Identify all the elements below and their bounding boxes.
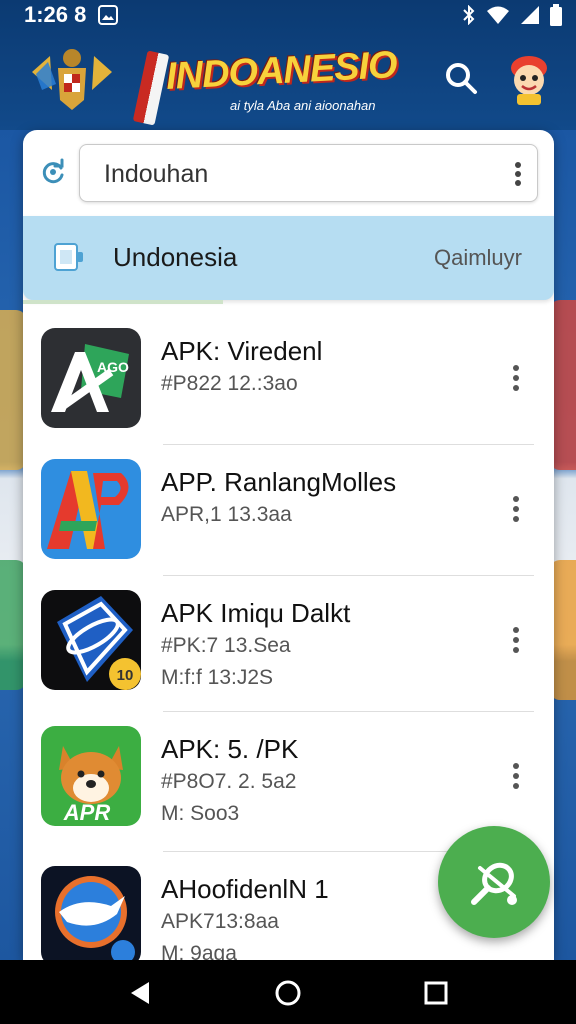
search-input[interactable]: Indouhan — [79, 144, 538, 202]
racket-icon — [471, 862, 517, 905]
svg-text:AGO: AGO — [97, 359, 129, 375]
status-bar: 1:26 8 — [0, 0, 576, 30]
app-title: APK: 5. /PK — [161, 734, 299, 764]
home-icon[interactable] — [273, 978, 303, 1008]
logo-subtitle: ai tyla Aba ani aioonahan — [230, 98, 376, 113]
wifi-icon — [487, 6, 509, 24]
app-meta: #P822 12.:3ao — [161, 372, 298, 395]
app-logo: INDOANESIO ai tyla Aba ani aioonahan — [130, 30, 430, 130]
app-meta-secondary: M: Soo3 — [161, 802, 240, 825]
search-input-value: Indouhan — [104, 160, 209, 188]
bluetooth-icon — [463, 5, 475, 25]
status-time: 1:26 8 — [24, 2, 87, 27]
tab-secondary-label[interactable]: Qaimluyr — [434, 245, 522, 271]
more-vert-icon[interactable] — [511, 626, 521, 654]
app-title: AHoofidenlN 1 — [161, 874, 329, 904]
tab-indonesia[interactable]: Undonesia Qaimluyr — [23, 216, 554, 304]
garuda-emblem-icon — [32, 49, 112, 110]
image-notification-icon — [98, 5, 119, 25]
mascot-avatar-icon[interactable] — [504, 50, 554, 106]
more-vert-icon[interactable] — [513, 161, 523, 187]
logo-text: INDOANESIO — [165, 43, 398, 99]
shiba-dog-logo-icon: APR — [41, 726, 141, 826]
green-a-logo-icon: AGO — [41, 328, 141, 428]
tab-label: Undonesia — [113, 242, 238, 272]
recents-icon[interactable] — [421, 978, 451, 1008]
more-vert-icon[interactable] — [511, 364, 521, 392]
battery-icon — [550, 4, 562, 26]
app-icon-badge: APR — [63, 800, 111, 825]
search-row: Indouhan — [23, 130, 554, 216]
blue-bird-logo-icon — [41, 866, 141, 960]
app-meta: #P8O7. 2. 5a2 — [161, 770, 297, 793]
list-item[interactable]: 10 APK Imiqu Dalkt #PK:7 13.Sea M:f:f 13… — [23, 576, 554, 712]
app-meta: #PK:7 13.Sea — [161, 634, 291, 657]
blue-diamond-logo-icon: 10 — [41, 590, 141, 690]
back-icon[interactable] — [125, 978, 155, 1008]
fab-button[interactable] — [438, 826, 550, 938]
refresh-icon[interactable] — [39, 158, 67, 186]
app-meta-secondary: M:f:f 13:J2S — [161, 666, 274, 689]
app-meta: APK713:8aa — [161, 910, 279, 933]
app-icon-badge: 10 — [117, 667, 134, 684]
app-title: APK: Viredenl — [161, 336, 323, 366]
tab-indicator — [23, 300, 223, 304]
more-vert-icon[interactable] — [511, 762, 521, 790]
app-title: APP. RanlangMolles — [161, 467, 397, 497]
list-item[interactable]: APP. RanlangMolles APR,1 13.3aa — [23, 445, 554, 576]
more-vert-icon[interactable] — [511, 495, 521, 523]
colorful-ap-logo-icon — [41, 459, 141, 559]
system-nav-bar — [0, 960, 576, 1024]
list-item[interactable]: AGO APK: Viredenl #P822 12.:3ao — [23, 314, 554, 445]
tablet-icon — [54, 243, 83, 271]
signal-icon — [521, 6, 539, 24]
app-meta: APR,1 13.3aa — [161, 503, 292, 526]
app-title: APK Imiqu Dalkt — [161, 598, 351, 628]
logo-flag-pole — [132, 50, 170, 126]
app-meta-secondary: M: 9aga — [161, 942, 237, 960]
search-icon[interactable] — [443, 60, 479, 96]
